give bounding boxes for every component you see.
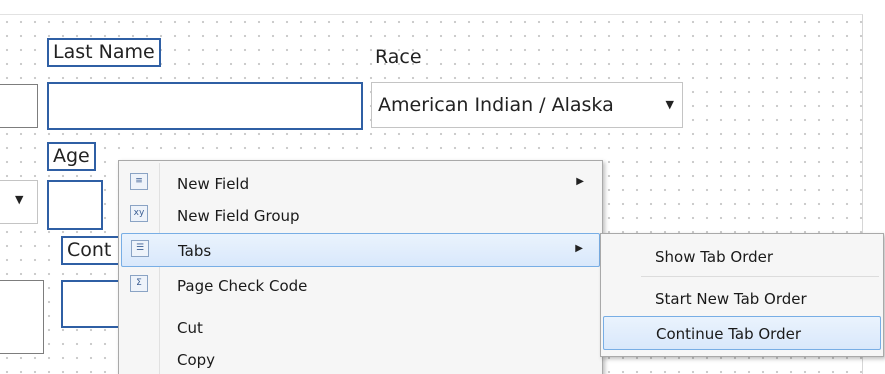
last-name-label[interactable]: Last Name bbox=[47, 38, 161, 67]
context-menu: ≡ New Field ▶ xy New Field Group ☰ Tabs … bbox=[118, 160, 603, 374]
left-partial-dropdown[interactable]: ▼ bbox=[0, 180, 38, 224]
submenu-item-continue-tab-order[interactable]: Continue Tab Order bbox=[603, 316, 881, 350]
menu-item-label: New Field Group bbox=[177, 207, 300, 225]
menu-item-label: Page Check Code bbox=[177, 277, 308, 295]
chevron-down-icon: ▼ bbox=[15, 193, 24, 206]
submenu-arrow-icon: ▶ bbox=[575, 243, 583, 254]
tabs-icon: ☰ bbox=[131, 240, 149, 257]
submenu-item-label: Start New Tab Order bbox=[655, 290, 807, 308]
menu-item-copy[interactable]: Copy bbox=[121, 343, 600, 374]
race-label[interactable]: Race bbox=[371, 44, 426, 71]
chevron-down-icon: ▼ bbox=[665, 98, 674, 111]
menu-item-label: Copy bbox=[177, 351, 216, 369]
age-field[interactable] bbox=[47, 180, 103, 230]
submenu-separator bbox=[641, 276, 879, 277]
submenu-arrow-icon: ▶ bbox=[576, 176, 584, 187]
menu-item-label: Cut bbox=[177, 319, 203, 337]
submenu-item-show-tab-order[interactable]: Show Tab Order bbox=[603, 240, 881, 272]
race-value: American Indian / Alaska bbox=[378, 94, 614, 116]
submenu-item-label: Continue Tab Order bbox=[656, 325, 802, 343]
contact-field[interactable] bbox=[61, 280, 125, 328]
menu-item-label: Tabs bbox=[178, 242, 212, 260]
menu-item-page-check-code[interactable]: Σ Page Check Code bbox=[121, 269, 600, 301]
new-field-icon: ≡ bbox=[130, 173, 148, 190]
menu-item-new-field[interactable]: ≡ New Field ▶ bbox=[121, 167, 600, 199]
menu-item-label: New Field bbox=[177, 175, 250, 193]
menu-item-new-field-group[interactable]: xy New Field Group bbox=[121, 199, 600, 231]
page-check-code-icon: Σ bbox=[130, 275, 148, 292]
menu-item-tabs[interactable]: ☰ Tabs ▶ bbox=[121, 233, 600, 267]
left-partial-field-top[interactable] bbox=[0, 84, 38, 128]
tabs-submenu: Show Tab Order Start New Tab Order Conti… bbox=[600, 233, 884, 357]
left-partial-field-bottom[interactable] bbox=[0, 280, 44, 354]
submenu-item-start-new-tab-order[interactable]: Start New Tab Order bbox=[603, 282, 881, 314]
menu-item-cut[interactable]: Cut bbox=[121, 311, 600, 343]
race-dropdown[interactable]: American Indian / Alaska ▼ bbox=[371, 82, 683, 128]
age-label[interactable]: Age bbox=[47, 142, 96, 171]
new-field-group-icon: xy bbox=[130, 205, 148, 222]
last-name-field[interactable] bbox=[47, 82, 363, 130]
submenu-item-label: Show Tab Order bbox=[655, 248, 774, 266]
form-designer-canvas[interactable]: ▼ Last Name Race American Indian / Alask… bbox=[0, 0, 885, 374]
